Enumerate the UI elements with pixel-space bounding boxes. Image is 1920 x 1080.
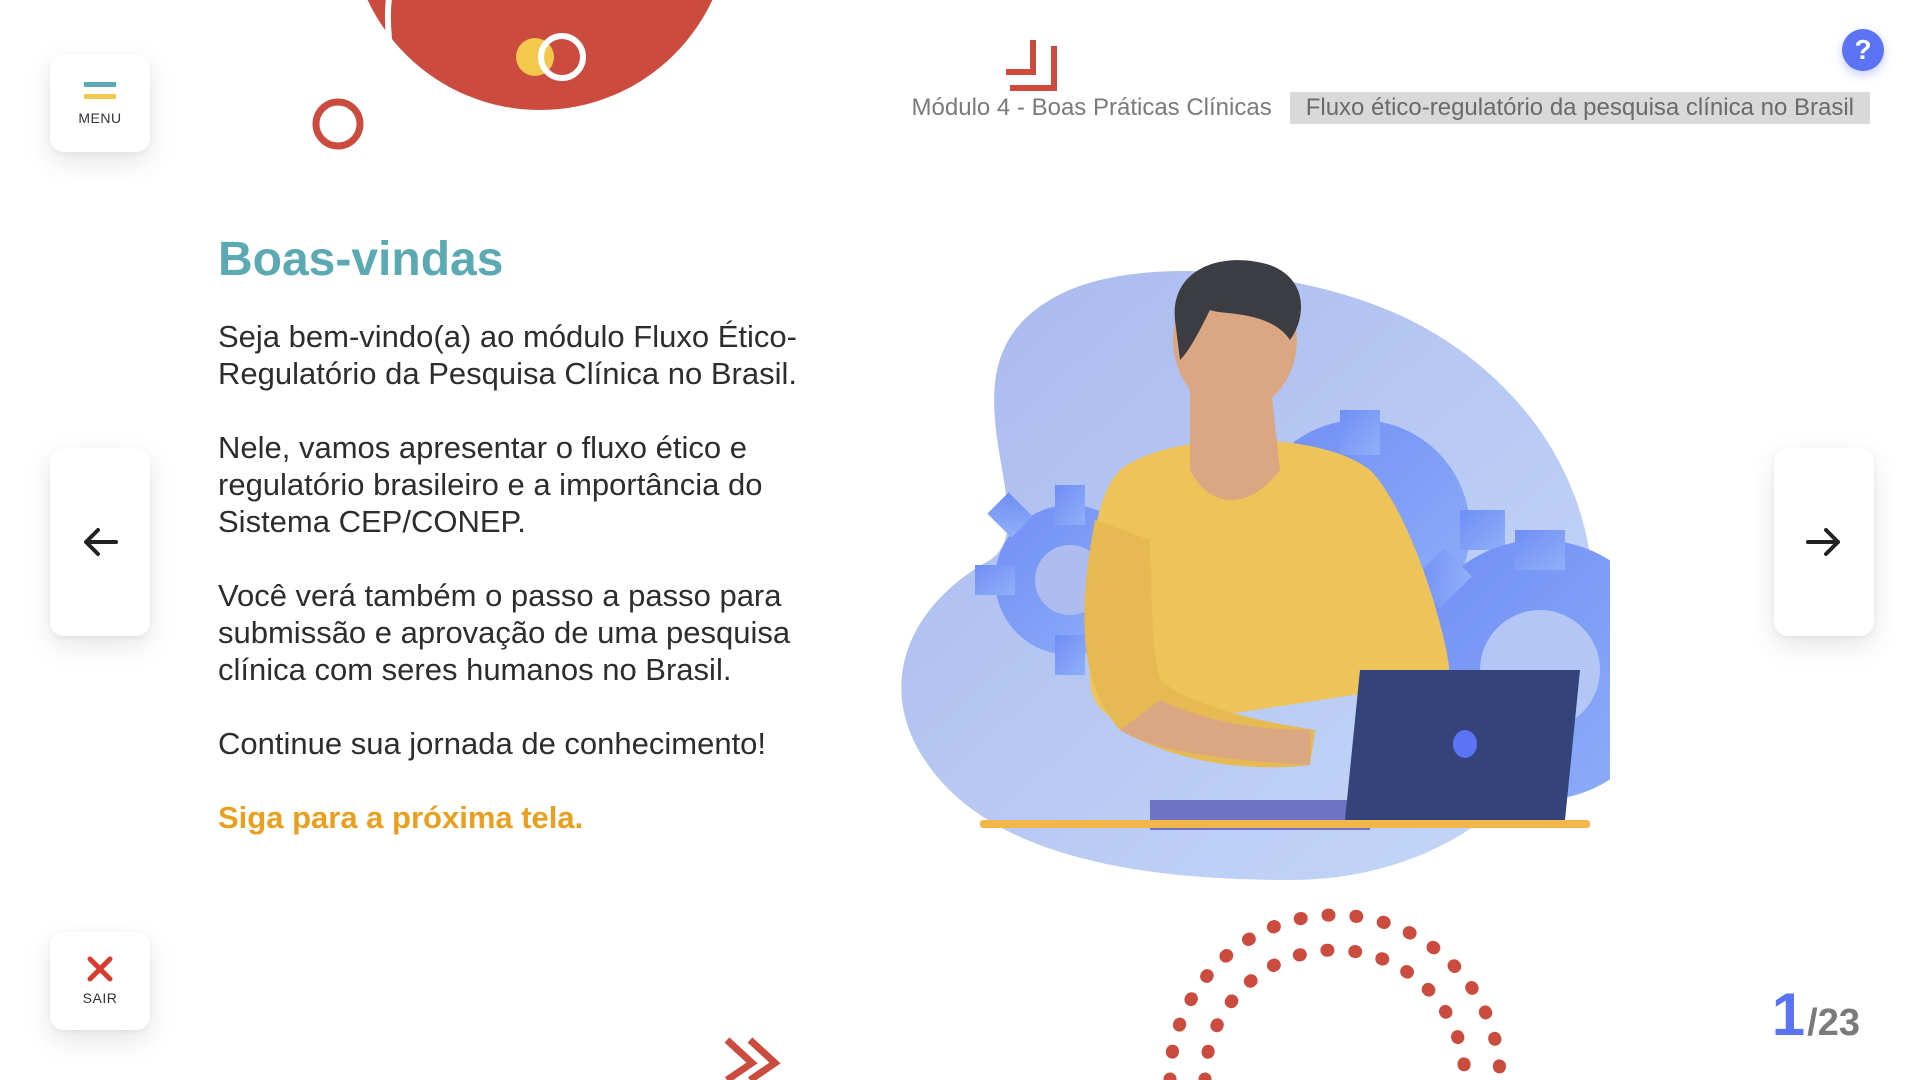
- current-page: 1: [1771, 981, 1806, 1048]
- paragraph-intro: Seja bem-vindo(a) ao módulo Fluxo Ético-…: [218, 319, 797, 391]
- menu-button[interactable]: MENU: [50, 54, 150, 152]
- welcome-content: Boas-vindas Seja bem-vindo(a) ao módulo …: [218, 232, 838, 836]
- paragraph-encouragement: Continue sua jornada de conhecimento!: [218, 726, 767, 761]
- breadcrumb-module: Módulo 4 - Boas Práticas Clínicas: [911, 94, 1272, 121]
- menu-label: MENU: [78, 110, 122, 126]
- previous-button[interactable]: [50, 448, 150, 636]
- menu-icon: [84, 82, 116, 99]
- total-pages: /23: [1807, 1002, 1860, 1044]
- paragraph-overview: Nele, vamos apresentar o fluxo ético e r…: [218, 430, 763, 539]
- help-button[interactable]: ?: [1842, 29, 1884, 71]
- exit-button[interactable]: SAIR: [50, 932, 150, 1030]
- illustration-person-laptop: [901, 260, 1610, 880]
- next-button[interactable]: [1774, 448, 1874, 636]
- close-icon: [87, 956, 113, 982]
- arrow-right-icon: [1806, 528, 1840, 556]
- breadcrumb-topic: Fluxo ético-regulatório da pesquisa clín…: [1289, 92, 1870, 124]
- breadcrumb: Módulo 4 - Boas Práticas Clínicas Fluxo …: [912, 92, 1870, 124]
- next-screen-prompt: Siga para a próxima tela.: [218, 800, 584, 835]
- paragraph-steps: Você verá também o passo a passo para su…: [218, 578, 791, 687]
- arrow-left-icon: [84, 528, 118, 556]
- page-title: Boas-vindas: [218, 233, 504, 286]
- page-counter: 1 /23: [1772, 980, 1860, 1049]
- exit-label: SAIR: [82, 990, 118, 1006]
